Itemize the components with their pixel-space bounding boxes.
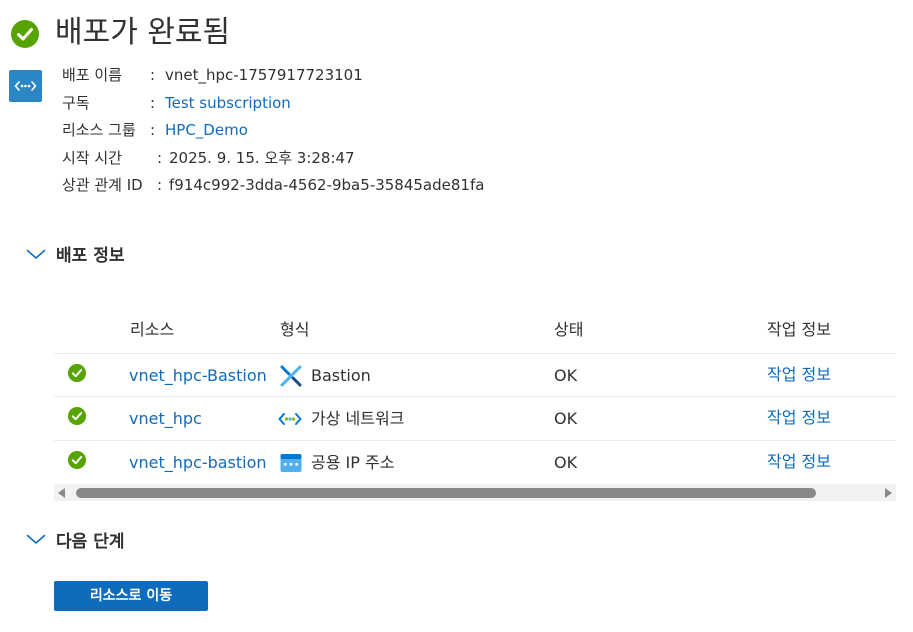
- deployment-name-value: vnet_hpc-1757917723101: [165, 66, 363, 84]
- correlation-id-separator: :: [157, 176, 163, 194]
- bastion-icon: [280, 365, 302, 387]
- chevron-down-icon[interactable]: [26, 247, 46, 261]
- success-check-icon: [68, 451, 86, 469]
- column-header-operation: 작업 정보: [767, 320, 831, 339]
- correlation-id-label: 상관 관계 ID: [62, 176, 143, 194]
- subscription-separator: :: [150, 94, 156, 112]
- status-text: OK: [554, 453, 578, 472]
- scroll-left-arrow-icon[interactable]: [58, 488, 65, 498]
- resource-group-separator: :: [150, 121, 156, 139]
- resource-group-row: 리소스 그룹 : HPC_Demo: [62, 119, 248, 141]
- subscription-row: 구독 : Test subscription: [62, 92, 291, 114]
- resource-type: 공용 IP 주소: [311, 453, 395, 472]
- chevron-down-icon[interactable]: [26, 532, 46, 546]
- operation-details-link[interactable]: 작업 정보: [767, 407, 831, 429]
- resource-link[interactable]: vnet_hpc: [129, 408, 202, 430]
- next-steps-title[interactable]: 다음 단계: [56, 527, 124, 552]
- horizontal-scrollbar[interactable]: [54, 484, 896, 501]
- correlation-id-row: 상관 관계 ID : f914c992-3dda-4562-9ba5-35845…: [62, 174, 484, 196]
- start-time-row: 시작 시간 : 2025. 9. 15. 오후 3:28:47: [62, 147, 355, 169]
- scroll-right-arrow-icon[interactable]: [885, 488, 892, 498]
- table-divider: [54, 440, 896, 441]
- deployment-info-title[interactable]: 배포 정보: [56, 241, 124, 266]
- deployment-name-separator: :: [150, 66, 156, 84]
- column-header-type: 형식: [280, 320, 310, 339]
- operation-details-link[interactable]: 작업 정보: [767, 364, 831, 386]
- operation-details-link[interactable]: 작업 정보: [767, 451, 831, 473]
- table-divider: [54, 353, 896, 354]
- page-title: 배포가 완료됨: [55, 15, 231, 50]
- status-text: OK: [554, 409, 578, 428]
- subscription-label: 구독: [62, 94, 90, 112]
- deployment-name-label: 배포 이름: [62, 66, 122, 84]
- resource-link[interactable]: vnet_hpc-bastion: [129, 452, 267, 474]
- start-time-label: 시작 시간: [62, 149, 122, 167]
- column-header-resource: 리소스: [130, 320, 175, 339]
- virtual-network-tile-icon: [9, 70, 42, 102]
- success-check-icon: [68, 407, 86, 425]
- start-time-separator: :: [157, 149, 163, 167]
- resource-type: Bastion: [311, 366, 371, 385]
- go-to-resource-button[interactable]: 리소스로 이동: [54, 581, 208, 611]
- status-text: OK: [554, 366, 578, 385]
- resource-group-link[interactable]: HPC_Demo: [165, 119, 248, 141]
- deployment-name-row: 배포 이름 : vnet_hpc-1757917723101: [62, 64, 363, 86]
- virtual-network-icon: [278, 413, 302, 425]
- success-check-icon: [11, 20, 39, 48]
- resource-link[interactable]: vnet_hpc-Bastion: [129, 365, 267, 387]
- resource-type: 가상 네트워크: [311, 409, 405, 428]
- table-divider: [54, 396, 896, 397]
- column-header-status: 상태: [554, 320, 584, 339]
- public-ip-icon: [280, 454, 302, 472]
- scrollbar-thumb[interactable]: [76, 488, 816, 498]
- start-time-value: 2025. 9. 15. 오후 3:28:47: [169, 149, 355, 167]
- subscription-link[interactable]: Test subscription: [165, 92, 291, 114]
- resource-group-label: 리소스 그룹: [62, 121, 136, 139]
- correlation-id-value: f914c992-3dda-4562-9ba5-35845ade81fa: [169, 176, 485, 194]
- success-check-icon: [68, 364, 86, 382]
